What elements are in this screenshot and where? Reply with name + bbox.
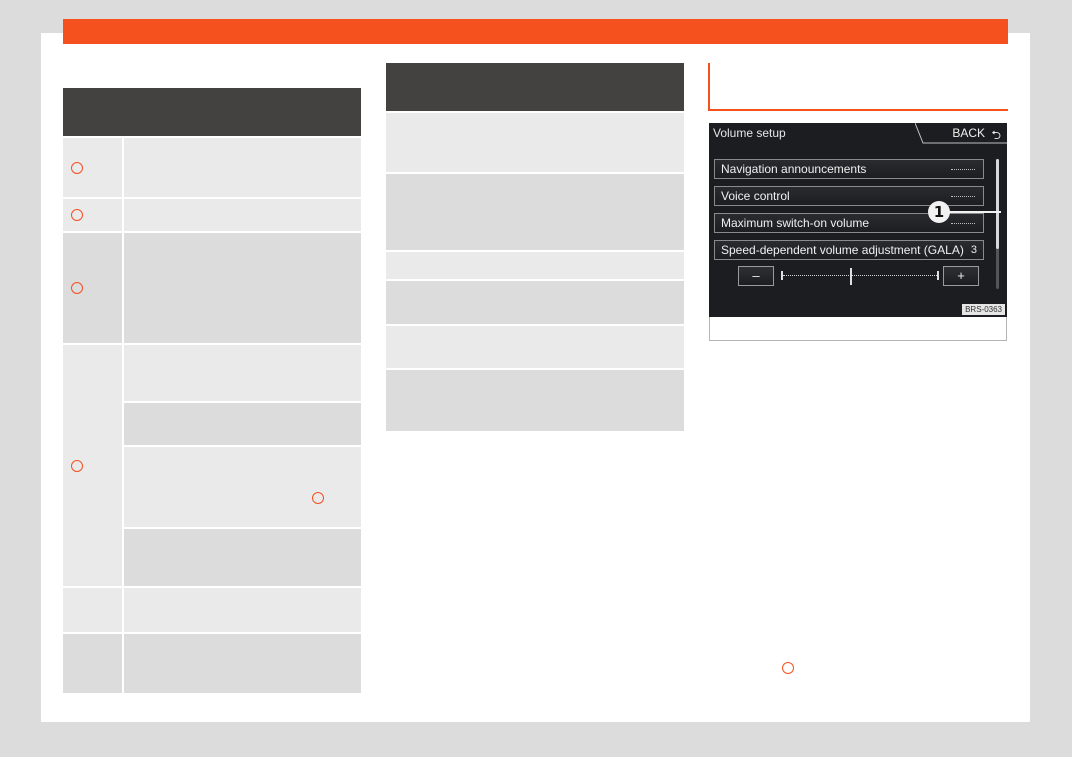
menu-item-navigation-announcements[interactable]: Navigation announcements: [714, 159, 984, 179]
table-row: [386, 370, 684, 431]
table-row: [386, 174, 684, 250]
section-heading-rule: [708, 109, 1008, 111]
mini-volume-indicator: [951, 196, 975, 198]
table-row: [63, 345, 361, 586]
table-row: [63, 199, 361, 231]
middle-table: [386, 63, 684, 431]
mini-volume-indicator: [951, 223, 975, 225]
header-bar: [63, 19, 1008, 44]
left-table-header: [63, 88, 361, 136]
section-heading-rule-vertical: [708, 63, 710, 111]
menu-item-gala[interactable]: Speed-dependent volume adjustment (GALA)…: [714, 240, 984, 260]
back-button[interactable]: BACK: [952, 126, 985, 140]
callout-line: [949, 211, 1001, 213]
table-row: [63, 588, 361, 632]
callout-circle-icon: [71, 460, 83, 472]
table-row: [386, 281, 684, 324]
screen-title: Volume setup: [713, 126, 786, 140]
table-row: [386, 113, 684, 172]
return-arrow-icon[interactable]: ⮌: [991, 126, 1001, 147]
volume-slider-track[interactable]: [783, 275, 939, 279]
slider-end-right: [937, 271, 939, 280]
gala-value: 3: [970, 244, 977, 256]
figure-code: BRS-0363: [962, 304, 1005, 315]
table-row: [63, 634, 361, 693]
plus-button[interactable]: +: [943, 266, 979, 286]
table-row: [63, 138, 361, 197]
left-table: [63, 88, 361, 693]
figure-caption-box: [709, 317, 1007, 341]
scroll-thumb[interactable]: [996, 159, 999, 249]
callout-circle-icon: [782, 662, 794, 674]
callout-circle-icon: [71, 209, 83, 221]
volume-slider-handle[interactable]: [850, 268, 852, 285]
table-row: [63, 233, 361, 343]
middle-table-header: [386, 63, 684, 111]
scrollbar[interactable]: [996, 159, 999, 289]
callout-circle-icon: [312, 492, 324, 504]
table-row: [386, 252, 684, 279]
table-row: [386, 326, 684, 368]
mini-volume-indicator: [951, 169, 975, 171]
callout-number: 1: [928, 201, 950, 223]
callout-circle-icon: [71, 282, 83, 294]
callout-circle-icon: [71, 162, 83, 174]
minus-button[interactable]: –: [738, 266, 774, 286]
volume-setup-screen: Volume setup BACK ⮌ Navigation announcem…: [709, 123, 1007, 317]
